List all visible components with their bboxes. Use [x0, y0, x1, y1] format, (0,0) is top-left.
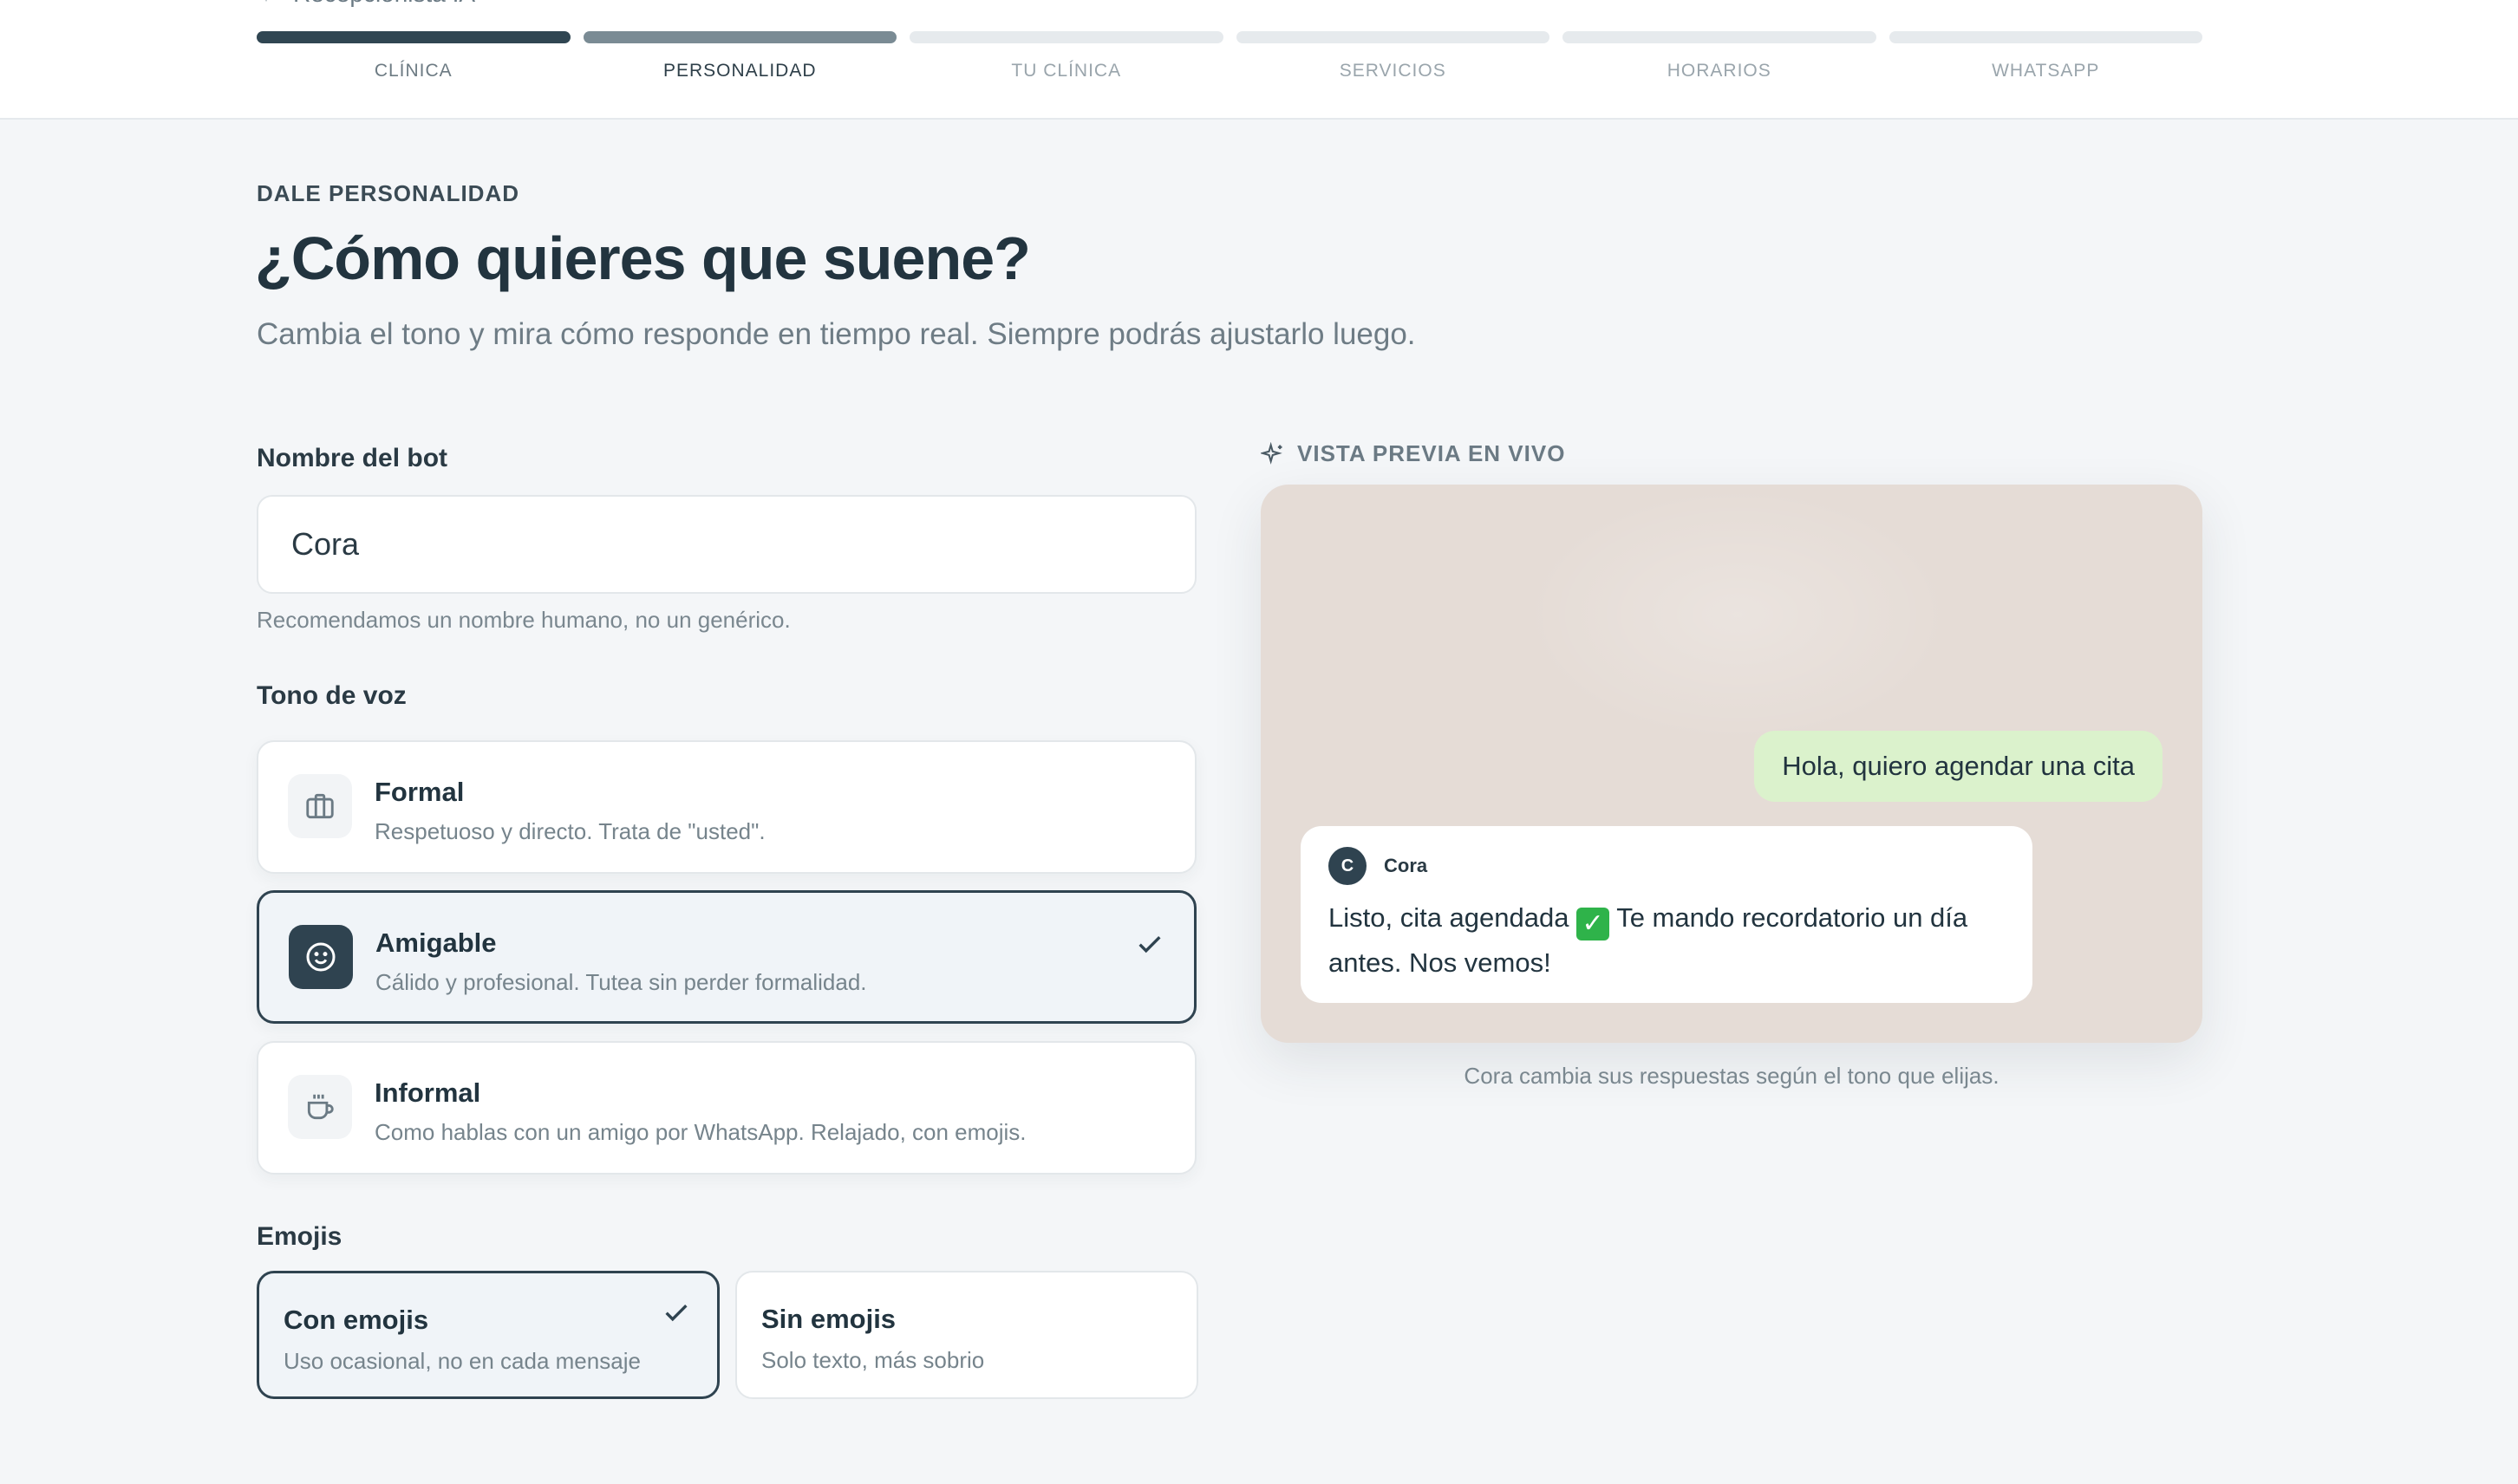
section-eyebrow: DALE PERSONALIDAD — [257, 180, 520, 206]
coffee-icon — [288, 1075, 352, 1139]
tone-option-formal[interactable]: Formal Respetuoso y directo. Trata de "u… — [257, 740, 1197, 874]
check-icon — [1138, 936, 1161, 954]
brand: Recepcionista IA — [257, 0, 475, 7]
emoji-option-sin-emojis[interactable]: Sin emojis Solo texto, más sobrio — [735, 1271, 1198, 1399]
emoji-option-desc: Solo texto, más sobrio — [761, 1347, 985, 1373]
step-progress-bar — [257, 31, 571, 43]
preview-label-text: VISTA PREVIA EN VIVO — [1297, 440, 1566, 466]
preview-caption: Cora cambia sus respuestas según el tono… — [1464, 1063, 1999, 1089]
preview-label: VISTA PREVIA EN VIVO — [1261, 440, 1565, 467]
tone-option-desc: Cálido y profesional. Tutea sin perder f… — [375, 969, 867, 995]
tone-option-title: Amigable — [375, 928, 497, 958]
step-clinica[interactable]: CLÍNICA — [257, 31, 571, 81]
user-message-bubble: Hola, quiero agendar una cita — [1754, 731, 2162, 802]
bot-message-sender: Cora — [1384, 855, 1428, 876]
step-progress-bar — [910, 31, 1223, 43]
step-label: TU CLÍNICA — [1011, 61, 1122, 81]
step-label: SERVICIOS — [1339, 61, 1446, 81]
bot-name-label: Nombre del bot — [257, 444, 448, 472]
emoji-option-title: Sin emojis — [761, 1304, 897, 1334]
bot-name-input[interactable] — [257, 495, 1197, 594]
tone-option-desc: Como hablas con un amigo por WhatsApp. R… — [375, 1119, 1027, 1145]
stepper: CLÍNICA PERSONALIDAD TU CLÍNICA SERVICIO… — [257, 31, 2202, 81]
emoji-option-desc: Uso ocasional, no en cada mensaje — [284, 1348, 641, 1374]
step-label: PERSONALIDAD — [662, 61, 817, 81]
tone-option-title: Formal — [375, 777, 465, 807]
bot-message-bubble: C Cora Listo, cita agendada ✓ Te mando r… — [1301, 826, 2032, 1003]
page-subtitle: Cambia el tono y mira cómo responde en t… — [257, 317, 1416, 351]
smile-icon — [289, 925, 353, 989]
tone-option-informal[interactable]: Informal Como hablas con un amigo por Wh… — [257, 1041, 1197, 1175]
emoji-option-title: Con emojis — [284, 1305, 429, 1335]
bot-avatar: C — [1328, 847, 1367, 885]
step-servicios[interactable]: SERVICIOS — [1236, 31, 1549, 81]
briefcase-icon — [288, 774, 352, 838]
emojis-label: Emojis — [257, 1222, 342, 1251]
bot-message-part: Listo, cita agendada — [1328, 902, 1569, 933]
chat-background-pattern — [1521, 485, 1954, 745]
top-bar: Recepcionista IA CLÍNICA PERSONALIDAD TU… — [0, 0, 2518, 120]
step-progress-bar — [583, 31, 897, 43]
tone-option-amigable[interactable]: Amigable Cálido y profesional. Tutea sin… — [257, 890, 1197, 1024]
tone-option-desc: Respetuoso y directo. Trata de "usted". — [375, 818, 766, 844]
tone-label: Tono de voz — [257, 681, 407, 710]
check-icon — [665, 1305, 688, 1322]
step-progress-bar — [1236, 31, 1549, 43]
tone-option-title: Informal — [375, 1077, 481, 1108]
step-whatsapp[interactable]: WHATSAPP — [1888, 31, 2202, 81]
step-progress-bar — [1562, 31, 1876, 43]
bot-name-hint: Recomendamos un nombre humano, no un gen… — [257, 607, 791, 633]
brand-name: Recepcionista IA — [293, 0, 475, 8]
chat-preview: Hola, quiero agendar una cita C Cora Lis… — [1261, 485, 2202, 1043]
step-personalidad[interactable]: PERSONALIDAD — [583, 31, 897, 81]
step-tu-clinica[interactable]: TU CLÍNICA — [910, 31, 1223, 81]
step-horarios[interactable]: HORARIOS — [1562, 31, 1876, 81]
bot-message-text: Listo, cita agendada ✓ Te mando recordat… — [1328, 895, 2013, 986]
page-title: ¿Cómo quieres que suene? — [255, 225, 1031, 292]
step-label: CLÍNICA — [374, 61, 453, 81]
check-mark-emoji-icon: ✓ — [1576, 908, 1610, 941]
sparkle-icon — [1261, 441, 1282, 465]
step-label: HORARIOS — [1667, 61, 1771, 81]
step-label: WHATSAPP — [1992, 61, 2100, 81]
step-progress-bar — [1888, 31, 2202, 43]
sparkle-icon — [265, 0, 267, 3]
emoji-option-con-emojis[interactable]: Con emojis Uso ocasional, no en cada men… — [257, 1271, 720, 1399]
